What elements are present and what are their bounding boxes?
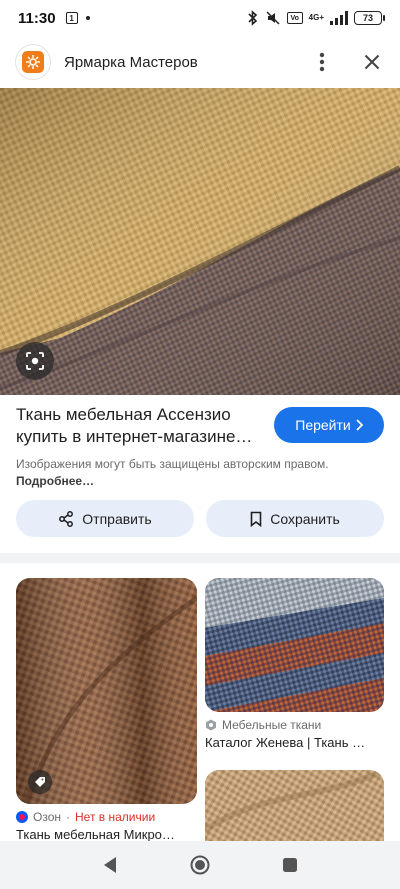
related-source: Мебельные ткани	[205, 718, 384, 732]
volte-icon: Vo	[286, 12, 303, 24]
related-title[interactable]: Ткань мебельная Микро…	[16, 827, 197, 842]
visit-button[interactable]: Перейти	[274, 407, 384, 443]
result-info: Ткань мебельная Ассензио купить в интерн…	[16, 404, 384, 490]
stock-status: Нет в наличии	[75, 810, 156, 824]
more-info-link[interactable]: Подробнее…	[16, 474, 94, 488]
save-button[interactable]: Сохранить	[206, 500, 384, 537]
disclaimer-text: Изображения могут быть защищены авторски…	[16, 457, 329, 471]
visit-button-label: Перейти	[295, 417, 351, 433]
related-card[interactable]: Озон · Нет в наличии Ткань мебельная Мик…	[16, 578, 197, 842]
ozon-logo-icon	[16, 811, 28, 823]
status-time: 11:30	[18, 9, 56, 27]
battery-icon: 73	[354, 11, 385, 25]
related-card[interactable]	[205, 770, 384, 850]
site-favicon-icon	[206, 719, 216, 731]
share-label: Отправить	[82, 510, 152, 527]
recents-icon[interactable]	[282, 857, 298, 873]
site-name[interactable]: Ярмарка Мастеров	[64, 54, 198, 71]
copyright-disclaimer: Изображения могут быть защищены авторски…	[16, 456, 336, 490]
mute-icon	[266, 11, 280, 25]
result-title[interactable]: Ткань мебельная Ассензио купить в интерн…	[16, 404, 256, 448]
source-separator: ·	[66, 810, 71, 824]
related-image[interactable]	[205, 770, 384, 850]
status-left-icons: 1	[65, 12, 90, 24]
shopping-tag-icon[interactable]	[28, 770, 52, 794]
related-image[interactable]	[16, 578, 197, 804]
bluetooth-icon	[248, 10, 257, 26]
section-divider	[0, 553, 400, 563]
back-icon[interactable]	[102, 856, 118, 874]
share-icon	[59, 510, 74, 527]
bookmark-icon	[250, 511, 262, 527]
status-bar: 11:30 1 Vo 4G+ 73	[0, 0, 400, 36]
site-logo-icon	[22, 51, 44, 73]
main-image[interactable]	[0, 88, 400, 395]
notification-dot-icon	[85, 16, 90, 20]
share-button[interactable]: Отправить	[16, 500, 194, 537]
status-right-icons: Vo 4G+ 73	[247, 10, 385, 26]
home-icon[interactable]	[190, 855, 210, 875]
save-label: Сохранить	[270, 510, 340, 527]
related-card[interactable]: Мебельные ткани Каталог Женева | Ткань …	[205, 578, 384, 750]
site-logo[interactable]	[16, 45, 50, 79]
viewer-header: Ярмарка Мастеров	[0, 36, 400, 88]
related-title[interactable]: Каталог Женева | Ткань …	[205, 735, 384, 750]
signal-icon	[330, 11, 348, 25]
more-options-icon[interactable]	[310, 50, 334, 74]
source-name: Мебельные ткани	[222, 718, 322, 732]
system-nav-bar	[0, 841, 400, 889]
related-source: Озон · Нет в наличии	[16, 810, 197, 824]
lens-search-icon[interactable]	[16, 342, 54, 380]
action-row: Отправить Сохранить	[16, 500, 384, 537]
related-image[interactable]	[205, 578, 384, 712]
source-name: Озон	[33, 810, 62, 824]
chevron-right-icon	[356, 419, 363, 431]
close-icon[interactable]	[360, 50, 384, 74]
network-type-label: 4G+	[308, 13, 324, 22]
sim-icon: 1	[65, 12, 78, 24]
